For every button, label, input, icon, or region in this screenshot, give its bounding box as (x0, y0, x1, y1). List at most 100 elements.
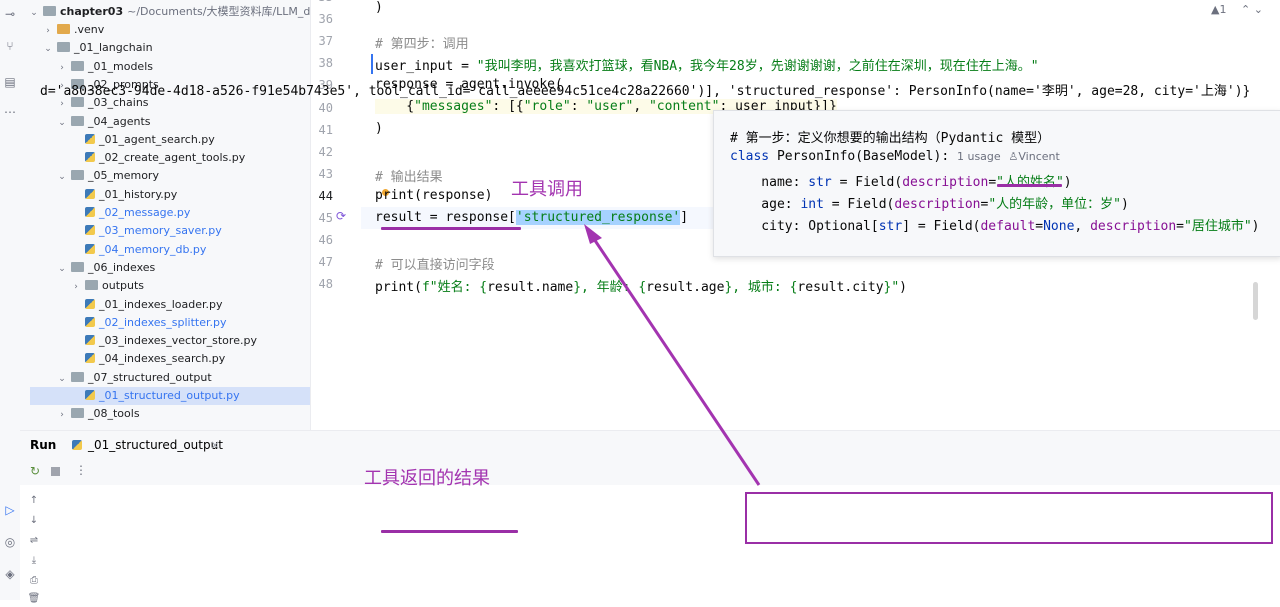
popup-class-line: class PersonInfo(BaseModel): 1 usage ♙Vi… (730, 149, 1060, 164)
python-file-icon (85, 133, 95, 144)
tree-item[interactable]: _02_indexes_splitter.py (20, 314, 310, 332)
tree-item-label: _01_structured_output.py (99, 389, 240, 402)
tree-item[interactable]: ⌄ _04_agents (20, 113, 310, 131)
chevron-down-icon[interactable]: ⌄ (56, 168, 68, 186)
line-number: 38 (318, 56, 333, 71)
tree-item-label: _01_agent_search.py (99, 132, 215, 146)
chevron-right-icon[interactable]: › (42, 22, 54, 40)
line-number: 41 (318, 122, 333, 137)
scroll-to-end-icon[interactable]: ⤓ (26, 555, 42, 569)
soft-wrap-icon[interactable]: ⇌ (26, 535, 42, 549)
layers-icon[interactable]: ◈ (2, 566, 18, 582)
commit-icon[interactable]: ⊸ (2, 6, 18, 22)
nav-arrows[interactable]: ⌃ ⌄ (1241, 3, 1263, 16)
more-actions-icon[interactable]: ⋮ (75, 463, 87, 477)
tree-item[interactable]: › .venv (20, 21, 310, 39)
chevron-down-icon[interactable]: ⌄ (56, 114, 68, 132)
run-icon[interactable]: ▷ (2, 502, 18, 518)
warnings-indicator[interactable]: ▲1 (1211, 3, 1226, 16)
tree-item-label: _01_indexes_loader.py (99, 297, 223, 311)
tree-item-label: _07_structured_output (88, 370, 212, 384)
chevron-right-icon[interactable]: › (70, 278, 82, 296)
run-tab[interactable]: _01_structured_output (88, 438, 223, 452)
line-number: 48 (318, 277, 333, 292)
code-line-35: ) (375, 0, 383, 15)
tree-item[interactable]: _01_structured_output.py (30, 387, 310, 405)
underline-tool-call-id (381, 530, 518, 533)
chevron-down-icon[interactable]: ⌄ (28, 4, 40, 22)
code-line-44: result = response['structured_response'] (375, 210, 689, 225)
author-name[interactable]: Vincent (1018, 150, 1059, 163)
python-console-icon[interactable]: ◎ (2, 534, 18, 550)
tree-item[interactable]: › _08_tools (20, 405, 310, 423)
folder-icon (71, 408, 84, 419)
project-tree: ⌄ chapter03~/Documents/大模型资料库/LLM_dev/c ›… (20, 0, 310, 430)
annotation-tool-result: 工具返回的结果 (364, 468, 490, 489)
tree-item[interactable]: ⌄ _07_structured_output (20, 369, 310, 387)
vcs-icon[interactable]: ⑂ (2, 38, 18, 54)
chevron-down-icon[interactable]: ⌄ (42, 40, 54, 58)
line-number: 40 (318, 100, 333, 115)
agent-gutter-icon[interactable]: ⟳ (336, 209, 346, 223)
print-icon[interactable]: ⎙ (26, 575, 42, 589)
scroll-up-icon[interactable]: ↑ (26, 495, 42, 509)
code-line-37: user_input = "我叫李明，我喜欢打篮球，看NBA，我今年28岁，先谢… (375, 59, 1039, 74)
code-line-47: print(f"姓名: {result.name}, 年龄: {result.a… (375, 280, 907, 295)
run-toolbar: ↻ ⋮ (20, 459, 1280, 485)
editor-scrollbar[interactable] (1253, 282, 1258, 320)
popup-comment: # 第一步：定义你想要的输出结构（Pydantic 模型） (730, 131, 1051, 146)
python-file-icon (85, 390, 95, 400)
underline-result (381, 227, 521, 230)
tree-item[interactable]: › _01_models (20, 58, 310, 76)
delete-icon[interactable]: 🗑 (26, 593, 42, 607)
tree-item[interactable]: ⌄ _05_memory (20, 167, 310, 185)
more-icon[interactable]: ⋯ (2, 104, 18, 120)
python-file-icon (85, 152, 95, 163)
rerun-icon[interactable]: ↻ (30, 464, 40, 478)
chevron-right-icon[interactable]: › (56, 406, 68, 424)
line-number: 45 (318, 211, 333, 225)
tree-item[interactable]: _01_agent_search.py (20, 131, 310, 149)
chevron-down-icon[interactable]: ⌄ (56, 370, 68, 388)
tree-item[interactable]: ⌄ _06_indexes (20, 259, 310, 277)
stop-icon[interactable] (51, 467, 60, 476)
tree-item[interactable]: _02_message.py (20, 204, 310, 222)
tree-item-label: _01_models (88, 59, 153, 73)
tree-item[interactable]: _02_create_agent_tools.py (20, 149, 310, 167)
line-number: 42 (318, 144, 333, 159)
usage-count[interactable]: 1 usage (957, 150, 1001, 163)
result-highlight-box (745, 492, 1273, 544)
python-file-icon (85, 207, 95, 217)
run-tabs: Run _01_structured_output × (20, 431, 1280, 459)
tree-item-label: _02_indexes_splitter.py (99, 315, 227, 329)
python-file-icon (85, 335, 95, 346)
code-line-46: # 可以直接访问字段 (375, 258, 495, 273)
tree-item[interactable]: _04_memory_db.py (20, 241, 310, 259)
tree-item[interactable]: _01_history.py (20, 186, 310, 204)
tree-item[interactable]: › outputs (20, 277, 310, 295)
popup-age-line: age: int = Field(description="人的年龄，单位：岁"… (730, 197, 1129, 212)
line-number: 36 (318, 12, 333, 27)
tree-root[interactable]: ⌄ chapter03~/Documents/大模型资料库/LLM_dev/c (28, 3, 310, 21)
console-output[interactable]: d='a8038ec3-94de-4d18-a526-f91e54b743e5'… (40, 80, 1250, 99)
tree-item-label: _03_memory_saver.py (99, 224, 222, 238)
chevron-right-icon[interactable]: › (56, 59, 68, 77)
text-caret (371, 54, 373, 74)
tree-item[interactable]: _01_indexes_loader.py (20, 296, 310, 314)
tree-item[interactable]: _04_indexes_search.py (20, 350, 310, 368)
tree-item[interactable]: ⌄ _01_langchain (20, 39, 310, 57)
chevron-down-icon[interactable]: ⌄ (56, 260, 68, 278)
tree-item[interactable]: _03_indexes_vector_store.py (20, 332, 310, 350)
scroll-down-icon[interactable]: ↓ (26, 515, 42, 529)
python-file-icon (85, 225, 95, 236)
close-tab-icon[interactable]: × (210, 438, 220, 452)
line-number: 44 (318, 188, 333, 203)
structure-icon[interactable]: ▤ (2, 74, 18, 90)
tree-item-label: _02_message.py (99, 206, 191, 219)
folder-icon (71, 60, 84, 71)
tree-item-label: _02_create_agent_tools.py (99, 151, 246, 165)
tree-item[interactable]: _03_memory_saver.py (20, 222, 310, 240)
code-line-36: # 第四步：调用 (375, 37, 469, 52)
folder-icon (71, 371, 84, 382)
annotation-tool-call: 工具调用 (511, 179, 583, 200)
